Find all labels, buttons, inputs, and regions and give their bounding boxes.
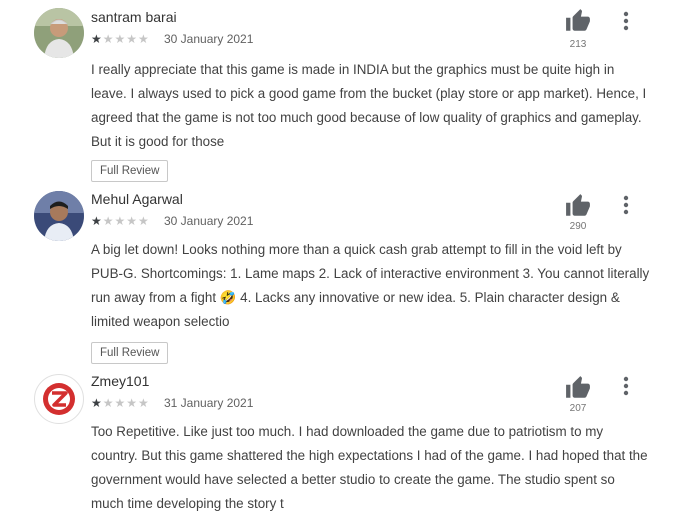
star-empty-icon: ★★★★ <box>102 32 150 46</box>
full-review-button[interactable]: Full Review <box>91 160 169 182</box>
star-empty-icon: ★★★★ <box>102 214 150 228</box>
more-vert-icon[interactable] <box>619 375 633 397</box>
helpful-count: 290 <box>569 221 587 232</box>
star-rating: ★★★★★ <box>91 396 150 410</box>
avatar[interactable] <box>34 8 84 58</box>
thumbs-up-icon[interactable] <box>565 375 591 401</box>
reviewer-name: santram barai <box>91 9 177 25</box>
review-text: A big let down! Looks nothing more than … <box>91 242 650 329</box>
star-filled-icon: ★ <box>91 32 103 46</box>
more-vert-icon[interactable] <box>619 194 633 216</box>
review-date: 30 January 2021 <box>164 214 254 228</box>
review-text: I really appreciate that this game is ma… <box>91 62 647 149</box>
helpful-count: 207 <box>569 403 587 414</box>
helpful-count: 213 <box>569 39 587 50</box>
reviewer-name: Mehul Agarwal <box>91 191 183 207</box>
more-vert-icon[interactable] <box>619 10 633 32</box>
star-filled-icon: ★ <box>91 214 103 228</box>
star-empty-icon: ★★★★ <box>102 396 150 410</box>
reviewer-name: Zmey101 <box>91 373 150 389</box>
star-filled-icon: ★ <box>91 396 103 410</box>
avatar[interactable] <box>34 374 84 424</box>
app-logo-icon <box>43 383 75 415</box>
user-photo-icon <box>34 8 84 58</box>
avatar[interactable] <box>34 191 84 241</box>
thumbs-up-icon[interactable] <box>565 8 591 34</box>
review-date: 30 January 2021 <box>164 32 254 46</box>
star-rating: ★★★★★ <box>91 214 150 228</box>
star-rating: ★★★★★ <box>91 32 150 46</box>
review-date: 31 January 2021 <box>164 396 254 410</box>
review-text: Too Repetitive. Like just too much. I ha… <box>91 424 648 511</box>
user-photo-icon <box>34 191 84 241</box>
full-review-button[interactable]: Full Review <box>91 342 169 364</box>
thumbs-up-icon[interactable] <box>565 193 591 219</box>
